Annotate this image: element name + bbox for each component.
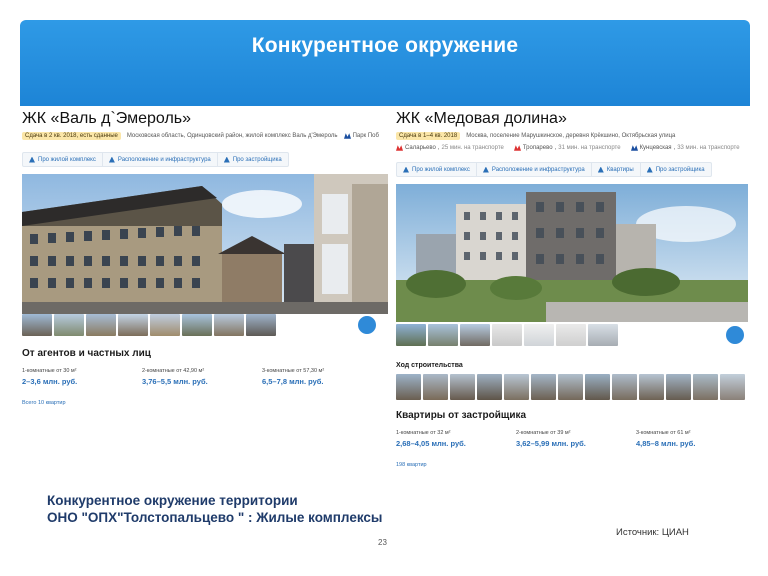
complex-address: Московская область, Одинцовский район, ж… [126, 133, 338, 139]
price-summary: 1-комнатные от 30 м² 2–3,6 млн. руб. 2-ко… [22, 368, 360, 386]
photo-thumbnail[interactable] [22, 314, 52, 336]
tab-about-complex[interactable]: Про жилой комплекс [397, 163, 477, 176]
construction-thumbnail[interactable] [423, 374, 448, 400]
construction-thumbnail[interactable] [504, 374, 529, 400]
photo-thumbnails [396, 324, 618, 346]
offers-heading: От агентов и частных лиц [22, 348, 151, 359]
header-bar: Конкурентное окружение [20, 20, 750, 106]
construction-thumbnail[interactable] [639, 374, 664, 400]
construction-thumbnail[interactable] [612, 374, 637, 400]
total-flats-link[interactable]: 198 квартир [396, 462, 427, 468]
photo-thumbnail[interactable] [54, 314, 84, 336]
photo-thumbnail[interactable] [556, 324, 586, 346]
photo-thumbnail[interactable] [214, 314, 244, 336]
total-flats-link[interactable]: Всего 10 квартир [22, 400, 66, 406]
metro-icon [513, 145, 521, 151]
metro-icon [343, 133, 351, 139]
price-1room[interactable]: 1-комнатные от 30 м² 2–3,6 млн. руб. [22, 368, 120, 386]
metro-station[interactable]: Саларьево, 25 мин. на транспорте [396, 145, 504, 151]
metro-list: Саларьево, 25 мин. на транспорте Тропаре… [396, 142, 740, 154]
source-note: Источник: ЦИАН [616, 527, 689, 538]
page-number: 23 [378, 538, 387, 547]
photo-thumbnail[interactable] [150, 314, 180, 336]
offers-heading: Квартиры от застройщика [396, 410, 527, 421]
complex-card-val-demerol: ЖК «Валь д`Эмероль» Сдача в 2 кв. 2018, … [20, 106, 390, 406]
photo-thumbnail[interactable] [524, 324, 554, 346]
metro-name: Парк Поб [352, 133, 379, 139]
complex-tabs: Про жилой комплекс Расположение и инфрас… [22, 152, 289, 167]
location-icon [108, 156, 115, 163]
complex-title[interactable]: ЖК «Валь д`Эмероль» [22, 110, 191, 128]
tab-location[interactable]: Расположение и инфраструктура [103, 153, 218, 166]
metro-icon [630, 145, 638, 151]
price-1room[interactable]: 1-комнатные от 32 м² 2,68–4,05 млн. руб. [396, 430, 494, 448]
photo-thumbnail[interactable] [396, 324, 426, 346]
photo-thumbnail[interactable] [182, 314, 212, 336]
delivery-badge: Сдача в 2 кв. 2018, есть сданные [22, 132, 121, 140]
price-3room[interactable]: 3-комнатные от 61 м² 4,85–8 млн. руб. [636, 430, 734, 448]
price-3room[interactable]: 3-комнатные от 57,30 м² 6,5–7,8 млн. руб. [262, 368, 360, 386]
construction-thumbnail[interactable] [477, 374, 502, 400]
tab-apartments[interactable]: Квартиры [592, 163, 641, 176]
construction-thumbnail[interactable] [396, 374, 421, 400]
construction-thumbnail[interactable] [450, 374, 475, 400]
complex-meta: Сдача в 1–4 кв. 2018 Москва, поселение М… [396, 130, 675, 142]
photo-thumbnail[interactable] [460, 324, 490, 346]
construction-thumbnail[interactable] [666, 374, 691, 400]
tab-about-complex[interactable]: Про жилой комплекс [23, 153, 103, 166]
tab-developer[interactable]: Про застройщика [641, 163, 711, 176]
photo-thumbnail[interactable] [588, 324, 618, 346]
construction-heading: Ход строительства [396, 362, 463, 369]
building-photo [396, 184, 748, 322]
panorama-button[interactable] [356, 314, 378, 336]
slide-title: Конкурентное окружение [251, 34, 519, 57]
delivery-badge: Сдача в 1–4 кв. 2018 [396, 132, 461, 140]
complex-title[interactable]: ЖК «Медовая долина» [396, 110, 567, 128]
construction-thumbnail[interactable] [693, 374, 718, 400]
complex-tabs: Про жилой комплекс Расположение и инфрас… [396, 162, 712, 177]
photo-thumbnail[interactable] [118, 314, 148, 336]
developer-icon [646, 166, 653, 173]
complex-meta: Сдача в 2 кв. 2018, есть сданные Московс… [22, 130, 379, 142]
key-icon [597, 166, 604, 173]
photo-thumbnail[interactable] [492, 324, 522, 346]
construction-thumbnails [396, 374, 745, 400]
construction-thumbnail[interactable] [558, 374, 583, 400]
photo-thumbnail[interactable] [428, 324, 458, 346]
footer-title: Конкурентное окружение территории ОНО "О… [47, 493, 383, 525]
complex-main-photo[interactable] [396, 184, 748, 322]
panorama-360-label[interactable]: 360° [694, 328, 713, 338]
tab-location[interactable]: Расположение и инфраструктура [477, 163, 592, 176]
complex-address: Москва, поселение Марушкинское, деревня … [466, 133, 676, 139]
complex-icon [29, 156, 35, 163]
photo-thumbnail[interactable] [86, 314, 116, 336]
metro-icon [396, 145, 403, 151]
price-summary: 1-комнатные от 32 м² 2,68–4,05 млн. руб. … [396, 430, 734, 448]
photo-thumbnails [22, 314, 276, 336]
metro-station[interactable]: Парк Поб [343, 133, 379, 139]
price-2room[interactable]: 2-комнатные от 42,90 м² 3,76–5,5 млн. руб… [142, 368, 240, 386]
building-photo [22, 174, 388, 314]
construction-thumbnail[interactable] [720, 374, 745, 400]
complex-card-medovaya-dolina: ЖК «Медовая долина» Сдача в 1–4 кв. 2018… [394, 106, 750, 476]
panorama-360-label[interactable]: 360° [322, 318, 341, 328]
photo-thumbnail[interactable] [246, 314, 276, 336]
developer-icon [223, 156, 230, 163]
tab-developer[interactable]: Про застройщика [218, 153, 288, 166]
location-icon [482, 166, 489, 173]
panorama-button[interactable] [724, 324, 746, 346]
metro-station[interactable]: Тропарево, 31 мин. на транспорте [513, 145, 621, 151]
complex-icon [403, 166, 409, 173]
construction-thumbnail[interactable] [585, 374, 610, 400]
metro-station[interactable]: Кунцевская, 33 мин. на транспорте [630, 145, 740, 151]
complex-main-photo[interactable] [22, 174, 388, 314]
price-2room[interactable]: 2-комнатные от 39 м² 3,62–5,99 млн. руб. [516, 430, 614, 448]
construction-thumbnail[interactable] [531, 374, 556, 400]
